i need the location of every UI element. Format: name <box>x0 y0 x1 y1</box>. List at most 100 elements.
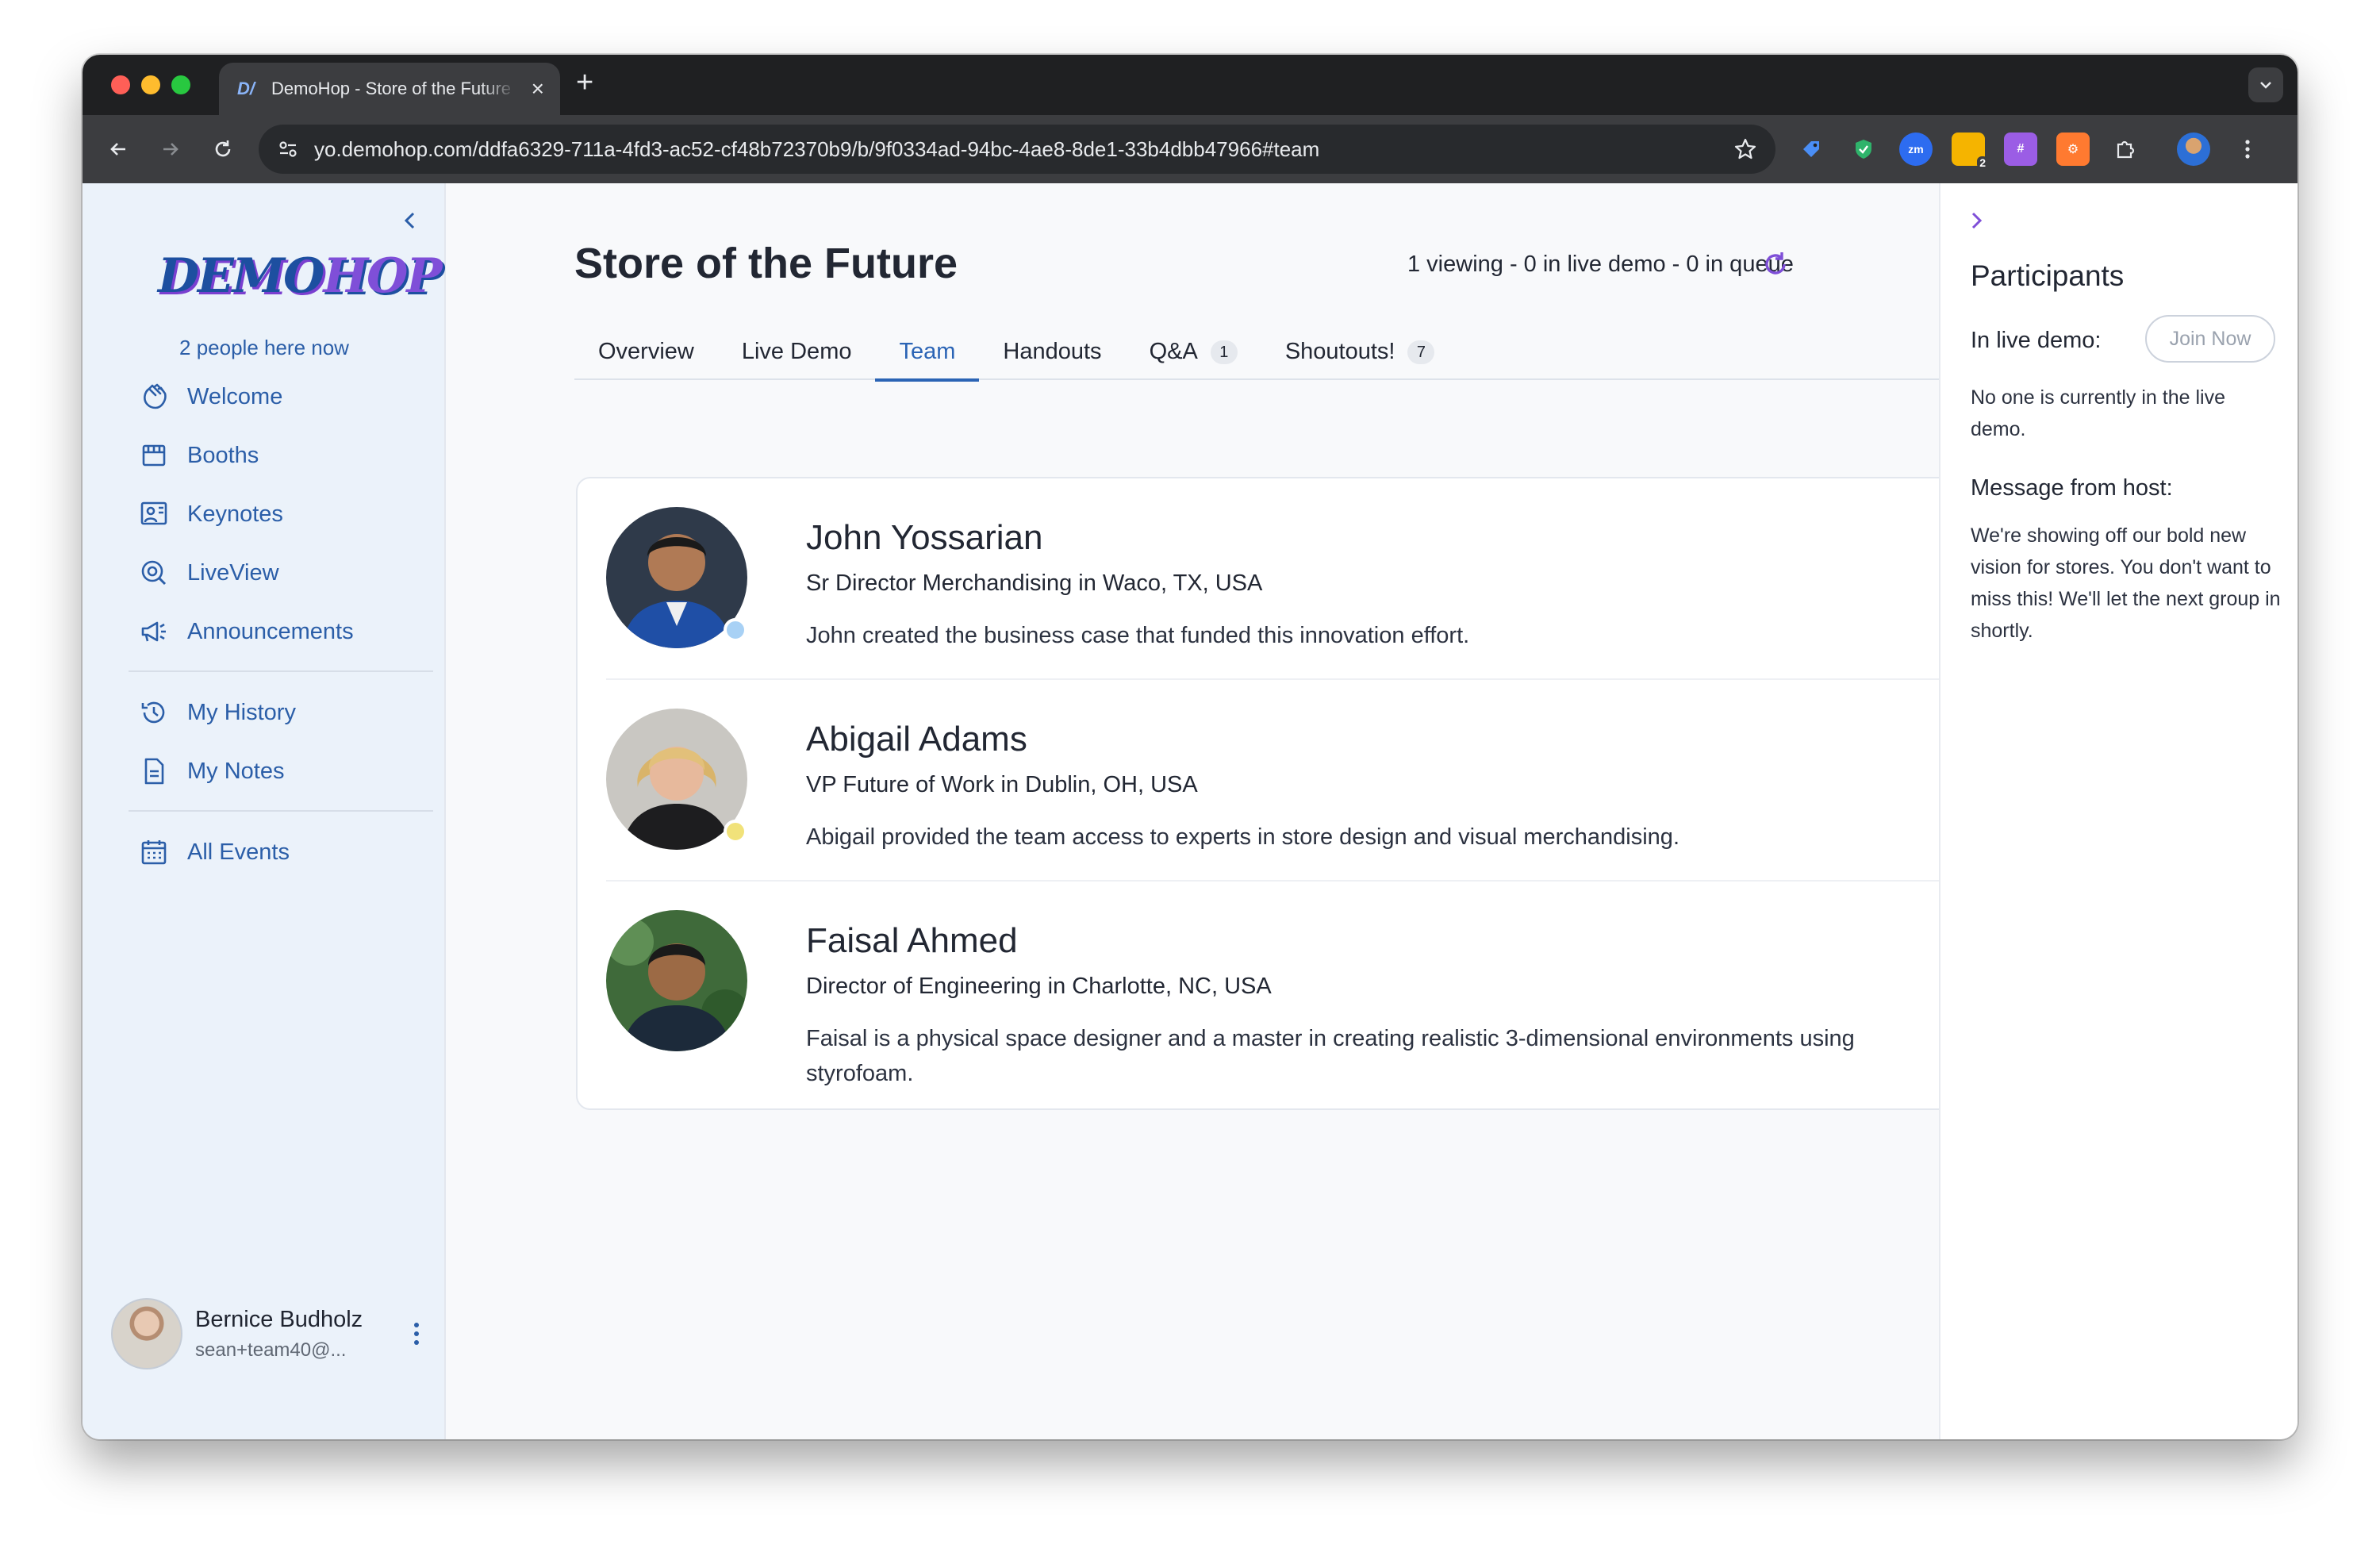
shield-extension-icon[interactable] <box>1847 133 1880 166</box>
tab-label: Team <box>899 339 956 364</box>
close-tab-icon[interactable]: × <box>532 78 544 100</box>
tab-label: Live Demo <box>741 339 852 364</box>
user-profile[interactable]: Bernice Budholz sean+team40@... <box>111 1294 428 1373</box>
chevron-down-icon <box>2260 82 2271 89</box>
zoom-window-button[interactable] <box>171 75 190 94</box>
puzzle-extension-icon[interactable] <box>2109 133 2142 166</box>
member-location: in Charlotte, NC, USA <box>1041 974 1272 999</box>
team-member: Abigail Adams VP Future of Work in Dubli… <box>606 680 1942 882</box>
count-badge: 7 <box>1407 340 1435 364</box>
member-title: Director of Engineering <box>806 974 1042 999</box>
sidebar-item-label: Booths <box>187 442 259 468</box>
hubspot-extension-icon[interactable]: ⚙ <box>2056 133 2090 166</box>
url-text: yo.demohop.com/ddfa6329-711a-4fd3-ac52-c… <box>314 136 1320 161</box>
member-role: Director of Engineering in Charlotte, NC… <box>806 974 1272 1000</box>
site-settings-icon[interactable] <box>276 137 300 161</box>
tab-search-button[interactable] <box>2248 67 2283 102</box>
tab-label: Q&A <box>1149 339 1198 364</box>
reload-icon <box>215 140 231 157</box>
page-title: Store of the Future <box>574 240 958 287</box>
refresh-icon[interactable] <box>1758 247 1793 282</box>
folder-extension-icon[interactable]: 2 <box>1952 133 1988 169</box>
member-photo <box>606 910 747 1051</box>
back-button[interactable] <box>100 131 136 167</box>
sidebar-divider <box>129 670 433 672</box>
sidebar-divider <box>129 810 433 812</box>
member-description: John created the business case that fund… <box>806 623 1470 648</box>
team-card: John Yossarian Sr Director Merchandising… <box>576 477 1969 1110</box>
member-location: in Dublin, OH, USA <box>994 772 1198 797</box>
logo-demo-text: DEMO <box>158 248 324 304</box>
sidebar-item-liveview[interactable]: LiveView <box>133 544 395 602</box>
browser-tab-active[interactable]: D/ DemoHop - Store of the Future × <box>219 63 560 115</box>
join-now-button[interactable]: Join Now <box>2145 315 2275 363</box>
booth-status: 1 viewing - 0 in live demo - 0 in queue <box>1407 252 1794 277</box>
sidebar-item-keynotes[interactable]: Keynotes <box>133 485 395 544</box>
in-live-demo-label: In live demo: <box>1971 328 2102 353</box>
user-email: sean+team40@... <box>195 1339 347 1361</box>
online-status-dot <box>724 618 747 642</box>
member-role: Sr Director Merchandising in Waco, TX, U… <box>806 570 1262 597</box>
browser-window: D/ DemoHop - Store of the Future × + yo.… <box>83 55 2297 1439</box>
tab-handouts[interactable]: Handouts <box>979 339 1125 380</box>
bookmark-star-icon[interactable] <box>1733 136 1758 162</box>
demohop-logo[interactable]: DEMOHOP <box>158 248 443 304</box>
sidebar-item-my-history[interactable]: My History <box>133 683 395 742</box>
page-content: DEMOHOP 2 people here now Welcome Booths… <box>83 183 2297 1439</box>
online-status-dot <box>724 820 747 843</box>
member-role: VP Future of Work in Dublin, OH, USA <box>806 772 1198 798</box>
collapse-panel-chevron-right-icon[interactable] <box>1963 207 1990 234</box>
reload-button[interactable] <box>205 131 241 167</box>
sidebar-item-all-events[interactable]: All Events <box>133 823 395 882</box>
wave-hand-icon <box>138 381 170 413</box>
avatar <box>111 1298 182 1369</box>
tab-label: Overview <box>598 339 694 364</box>
main-panel: Store of the Future 1 viewing - 0 in liv… <box>447 183 1969 1439</box>
collapse-sidebar-chevron-left-icon[interactable] <box>397 207 424 234</box>
browser-tab-title: DemoHop - Store of the Future <box>271 79 512 98</box>
browser-tab-bar: D/ DemoHop - Store of the Future × + <box>83 55 2297 115</box>
profile-avatar-icon[interactable] <box>2177 133 2210 166</box>
participants-panel: Participants In live demo: Join Now No o… <box>1939 183 2297 1439</box>
live-demo-empty-text: No one is currently in the live demo. <box>1971 386 2225 440</box>
sidebar-item-label: Keynotes <box>187 501 283 527</box>
sidebar-item-booths[interactable]: Booths <box>133 426 395 485</box>
sidebar-nav: Welcome Booths Keynotes LiveView Announc… <box>129 367 433 882</box>
forward-button[interactable] <box>152 131 189 167</box>
new-tab-button[interactable]: + <box>576 67 593 98</box>
minimize-window-button[interactable] <box>141 75 160 94</box>
sidebar-item-label: All Events <box>187 839 290 865</box>
sidebar-item-announcements[interactable]: Announcements <box>133 602 395 661</box>
member-title: VP Future of Work <box>806 772 995 797</box>
member-description: Abigail provided the team access to expe… <box>806 824 1679 850</box>
user-menu-kebab-icon[interactable] <box>405 1318 428 1350</box>
close-window-button[interactable] <box>111 75 130 94</box>
address-bar[interactable]: yo.demohop.com/ddfa6329-711a-4fd3-ac52-c… <box>259 125 1775 174</box>
member-name: Abigail Adams <box>806 720 1027 759</box>
storefront-icon <box>138 440 170 471</box>
browser-toolbar: yo.demohop.com/ddfa6329-711a-4fd3-ac52-c… <box>83 115 2297 183</box>
grid-extension-icon[interactable]: # <box>2004 133 2037 166</box>
participants-title: Participants <box>1971 259 2125 292</box>
tab-team[interactable]: Team <box>875 339 980 382</box>
tab-overview[interactable]: Overview <box>574 339 718 380</box>
logo-hop-text: HOP <box>323 248 442 304</box>
sidebar-item-label: Welcome <box>187 383 283 409</box>
sidebar-item-welcome[interactable]: Welcome <box>133 367 395 426</box>
tab-qa[interactable]: Q&A 1 <box>1126 339 1261 380</box>
history-icon <box>138 697 170 728</box>
member-description: Faisal is a physical space designer and … <box>806 1026 1855 1086</box>
host-message-title: Message from host: <box>1971 475 2173 501</box>
sidebar-item-label: Announcements <box>187 618 354 644</box>
tab-live-demo[interactable]: Live Demo <box>718 339 876 380</box>
kebab-menu-icon[interactable] <box>2231 133 2264 166</box>
sidebar-item-my-notes[interactable]: My Notes <box>133 742 395 801</box>
count-badge: 1 <box>1210 340 1238 364</box>
tag-extension-icon[interactable] <box>1795 133 1828 166</box>
tab-shoutouts[interactable]: Shoutouts! 7 <box>1261 339 1459 380</box>
zoom-extension-icon[interactable]: zm <box>1899 133 1933 166</box>
tab-label: Shoutouts! <box>1284 339 1395 364</box>
member-title: Sr Director Merchandising <box>806 570 1073 596</box>
team-member: John Yossarian Sr Director Merchandising… <box>606 478 1942 680</box>
notes-icon <box>138 755 170 787</box>
